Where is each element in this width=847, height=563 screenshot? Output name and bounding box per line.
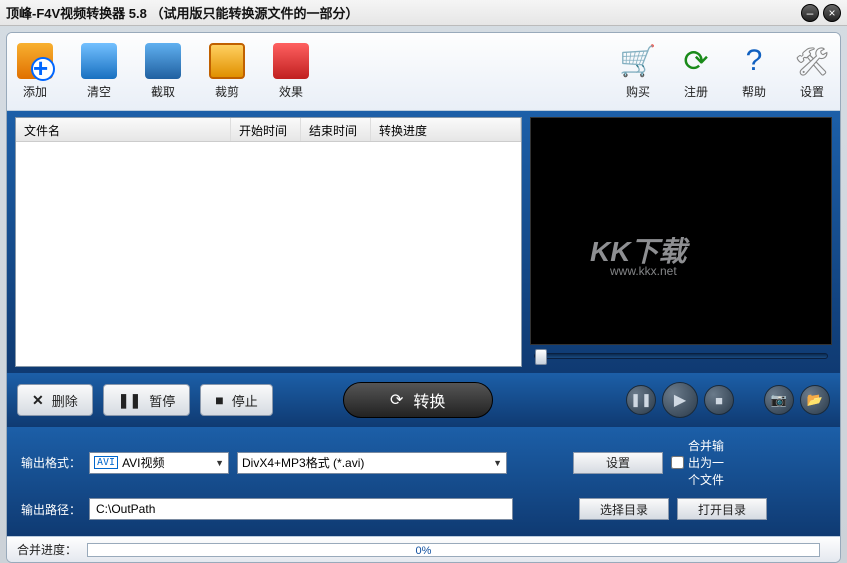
preview-play-button[interactable]: ▶ [662, 382, 698, 418]
footer: 合并进度： 0% [7, 536, 840, 562]
play-icon: ▶ [674, 390, 686, 410]
output-path-input[interactable]: C:\OutPath [89, 498, 513, 520]
col-endtime[interactable]: 结束时间 [301, 118, 371, 141]
file-list-body[interactable] [16, 142, 521, 366]
open-dir-button[interactable]: 打开目录 [677, 498, 767, 520]
convert-icon: ⟳ [390, 390, 403, 410]
pause-button[interactable]: ❚❚暂停 [103, 384, 190, 416]
col-progress[interactable]: 转换进度 [371, 118, 521, 141]
folder-icon: 📂 [807, 392, 823, 408]
window-title: 顶峰-F4V视频转换器 5.8 （试用版只能转换源文件的一部分） [6, 3, 797, 22]
convert-button[interactable]: ⟳转换 [343, 382, 493, 418]
crop-icon [209, 43, 245, 79]
preview-screen [530, 117, 832, 345]
slider-thumb[interactable] [535, 349, 547, 365]
titlebar: 顶峰-F4V视频转换器 5.8 （试用版只能转换源文件的一部分） – × [0, 0, 847, 26]
output-path-label: 输出路径： [21, 501, 81, 518]
stop-button[interactable]: ■停止 [200, 384, 272, 416]
output-format-label: 输出格式： [21, 454, 81, 471]
pause-icon: ❚❚ [118, 392, 141, 409]
merge-checkbox-label[interactable]: 合并输出为一个文件 [671, 437, 731, 488]
slider-track[interactable] [534, 353, 828, 359]
main-toolbar: 添加 清空 截取 裁剪 效果 🛒购买 ⟳注册 ?帮助 🛠设置 [7, 33, 840, 111]
register-button[interactable]: ⟳注册 [678, 43, 714, 100]
stop-icon: ■ [215, 392, 223, 408]
tools-icon: 🛠 [794, 43, 830, 79]
preview-panel [530, 117, 832, 367]
capture-button[interactable]: 截取 [145, 43, 181, 100]
effects-button[interactable]: 效果 [273, 43, 309, 100]
add-icon [17, 43, 53, 79]
output-settings: 输出格式： AVIAVI视频 ▼ DivX4+MP3格式 (*.avi) ▼ 设… [7, 427, 840, 536]
output-format-select[interactable]: AVIAVI视频 ▼ [89, 452, 229, 474]
capture-icon [145, 43, 181, 79]
help-icon: ? [736, 43, 772, 79]
x-icon: ✕ [32, 392, 44, 409]
clear-icon [81, 43, 117, 79]
preview-stop-button[interactable]: ■ [704, 385, 734, 415]
close-button[interactable]: × [823, 4, 841, 22]
stop-icon: ■ [715, 393, 723, 408]
file-list-panel: 文件名 开始时间 结束时间 转换进度 [15, 117, 522, 367]
pause-icon: ❚❚ [630, 392, 652, 408]
clear-button[interactable]: 清空 [81, 43, 117, 100]
merge-progress-label: 合并进度： [17, 541, 77, 558]
merge-progress-percent: 0% [416, 545, 432, 557]
choose-dir-button[interactable]: 选择目录 [579, 498, 669, 520]
chevron-down-icon: ▼ [493, 458, 502, 468]
file-list-header: 文件名 开始时间 结束时间 转换进度 [16, 118, 521, 142]
output-codec-select[interactable]: DivX4+MP3格式 (*.avi) ▼ [237, 452, 507, 474]
add-button[interactable]: 添加 [17, 43, 53, 100]
col-starttime[interactable]: 开始时间 [231, 118, 301, 141]
cart-icon: 🛒 [620, 43, 656, 79]
camera-icon: 📷 [771, 392, 787, 408]
snapshot-button[interactable]: 📷 [764, 385, 794, 415]
avi-icon: AVI [94, 456, 118, 469]
minimize-button[interactable]: – [801, 4, 819, 22]
format-settings-button[interactable]: 设置 [573, 452, 663, 474]
preview-slider[interactable] [530, 345, 832, 367]
effects-icon [273, 43, 309, 79]
help-button[interactable]: ?帮助 [736, 43, 772, 100]
refresh-icon: ⟳ [678, 43, 714, 79]
settings-button[interactable]: 🛠设置 [794, 43, 830, 100]
merge-progress-bar [87, 543, 820, 557]
preview-pause-button[interactable]: ❚❚ [626, 385, 656, 415]
merge-checkbox[interactable] [671, 456, 684, 469]
col-filename[interactable]: 文件名 [16, 118, 231, 141]
buy-button[interactable]: 🛒购买 [620, 43, 656, 100]
controls-row: ✕删除 ❚❚暂停 ■停止 ⟳转换 ❚❚ ▶ ■ 📷 📂 [7, 373, 840, 427]
delete-button[interactable]: ✕删除 [17, 384, 93, 416]
crop-button[interactable]: 裁剪 [209, 43, 245, 100]
open-folder-button[interactable]: 📂 [800, 385, 830, 415]
chevron-down-icon: ▼ [215, 458, 224, 468]
